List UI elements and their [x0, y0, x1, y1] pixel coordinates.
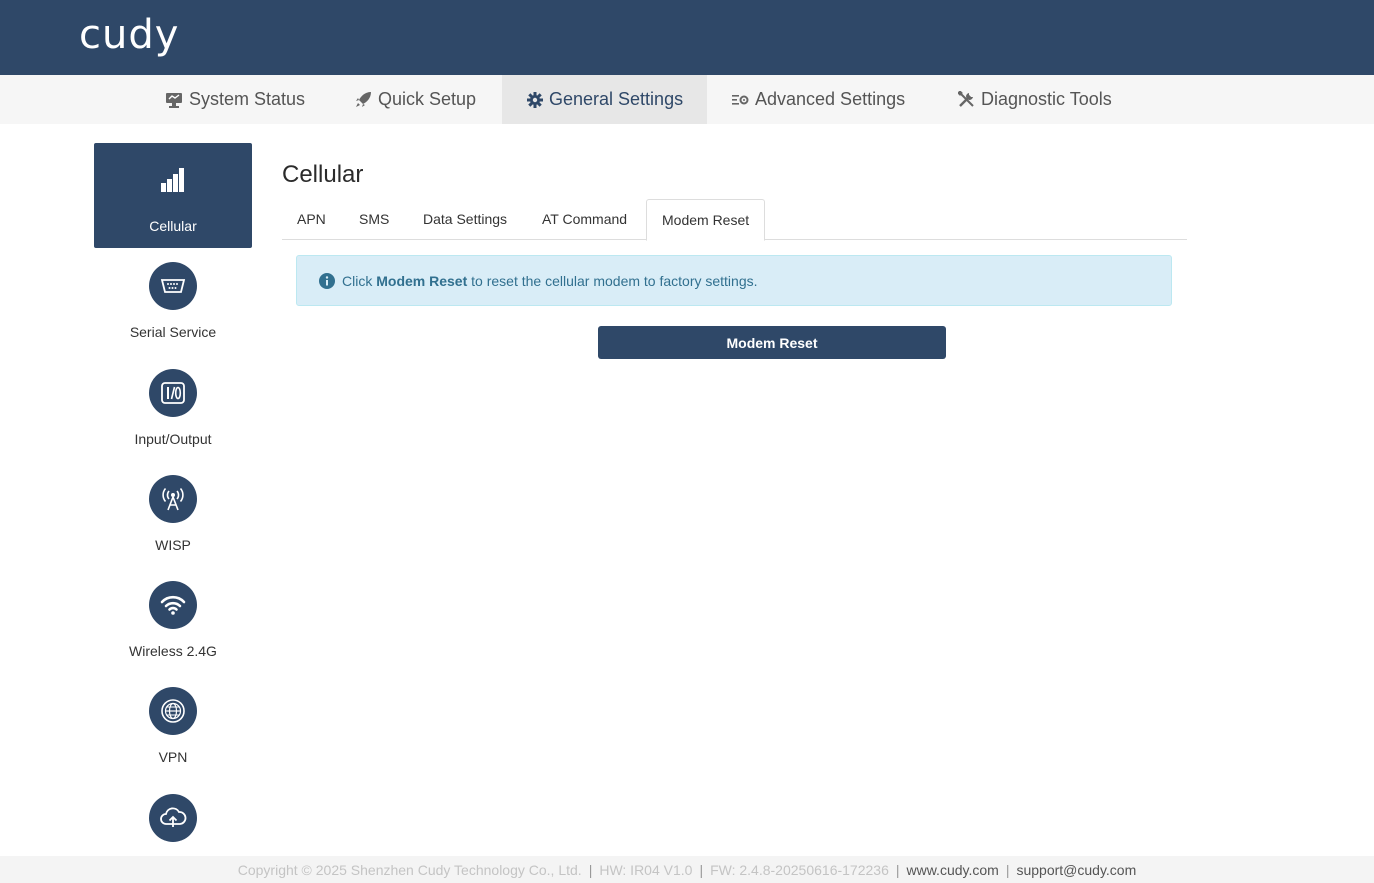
alert-suffix: to reset the cellular modem to factory s… — [471, 272, 758, 289]
sidebar-item-label: Wireless 2.4G — [129, 643, 217, 659]
sub-tabs: APN SMS Data Settings AT Command Modem R… — [282, 199, 1187, 241]
sidebar-item-label: Cellular — [149, 218, 197, 234]
tab-diagnostic-tools[interactable]: Diagnostic Tools — [958, 75, 1112, 124]
cloud-upload-icon — [149, 794, 197, 842]
footer-copyright: Copyright © 2025 Shenzhen Cudy Technolog… — [237, 861, 582, 878]
sidebar-item-label: WISP — [155, 537, 191, 553]
tab-quick-setup[interactable]: Quick Setup — [355, 75, 476, 124]
tab-data-settings[interactable]: Data Settings — [423, 199, 507, 240]
globe-icon — [149, 687, 197, 735]
tools-icon — [958, 91, 974, 107]
tab-apn[interactable]: APN — [297, 199, 326, 240]
modem-reset-button[interactable]: Modem Reset — [598, 326, 946, 359]
tab-sms[interactable]: SMS — [359, 199, 389, 240]
gear-icon — [527, 91, 543, 108]
tab-label: General Settings — [549, 89, 684, 109]
footer-hw: HW: IR04 V1.0 — [599, 861, 693, 878]
sidebar-item-wisp[interactable]: WISP — [94, 475, 252, 553]
info-icon — [319, 272, 335, 289]
footer-email-link[interactable]: support@cudy.com — [1016, 862, 1136, 878]
antenna-icon — [149, 475, 197, 523]
serial-port-icon — [149, 262, 197, 310]
tab-label: System Status — [189, 89, 306, 109]
tab-system-status[interactable]: System Status — [165, 75, 305, 124]
footer-separator: | — [588, 861, 593, 878]
sliders-gear-icon — [732, 94, 749, 105]
top-navigation: System Status Quick Setup General Settin… — [0, 75, 1374, 124]
sidebar-item-vpn[interactable]: VPN — [94, 687, 252, 765]
alert-strong: Modem Reset — [376, 272, 468, 289]
sidebar-item-label: VPN — [158, 749, 188, 765]
wifi-icon — [149, 581, 197, 629]
header-bar: cudy — [0, 0, 1374, 75]
rocket-icon — [356, 92, 371, 107]
footer-fw: FW: 2.4.8-20250616-172236 — [710, 861, 889, 878]
tab-label: Diagnostic Tools — [981, 89, 1112, 109]
footer-separator: | — [1005, 861, 1010, 878]
sidebar-item-wireless-2-4g[interactable]: Wireless 2.4G — [94, 581, 252, 659]
tab-advanced-settings[interactable]: Advanced Settings — [732, 75, 905, 124]
sidebar-item-cellular[interactable]: Cellular — [94, 143, 252, 248]
cudy-logo[interactable]: cudy — [79, 12, 179, 58]
tab-general-settings[interactable]: General Settings — [502, 75, 707, 124]
sidebar-item-cloud[interactable] — [94, 794, 252, 842]
sidebar-item-label: Serial Service — [129, 324, 217, 340]
sidebar-item-label: Input/Output — [134, 431, 212, 447]
signal-bars-icon — [161, 168, 184, 192]
tab-at-command[interactable]: AT Command — [542, 199, 627, 240]
footer-separator: | — [699, 861, 704, 878]
tab-label: Advanced Settings — [755, 89, 906, 109]
sidebar-item-input-output[interactable]: Input/Output — [94, 369, 252, 447]
tab-modem-reset[interactable]: Modem Reset — [646, 199, 766, 241]
io-icon — [149, 369, 197, 417]
alert-prefix: Click — [342, 272, 373, 289]
tab-label: Quick Setup — [378, 89, 477, 109]
footer-website-link[interactable]: www.cudy.com — [907, 862, 999, 878]
info-alert: Click Modem Reset to reset the cellular … — [296, 255, 1172, 306]
footer-separator: | — [895, 861, 900, 878]
footer: Copyright © 2025 Shenzhen Cudy Technolog… — [0, 856, 1374, 883]
sidebar-item-serial-service[interactable]: Serial Service — [94, 262, 252, 340]
page-title: Cellular — [282, 161, 364, 188]
monitor-icon — [166, 92, 182, 108]
